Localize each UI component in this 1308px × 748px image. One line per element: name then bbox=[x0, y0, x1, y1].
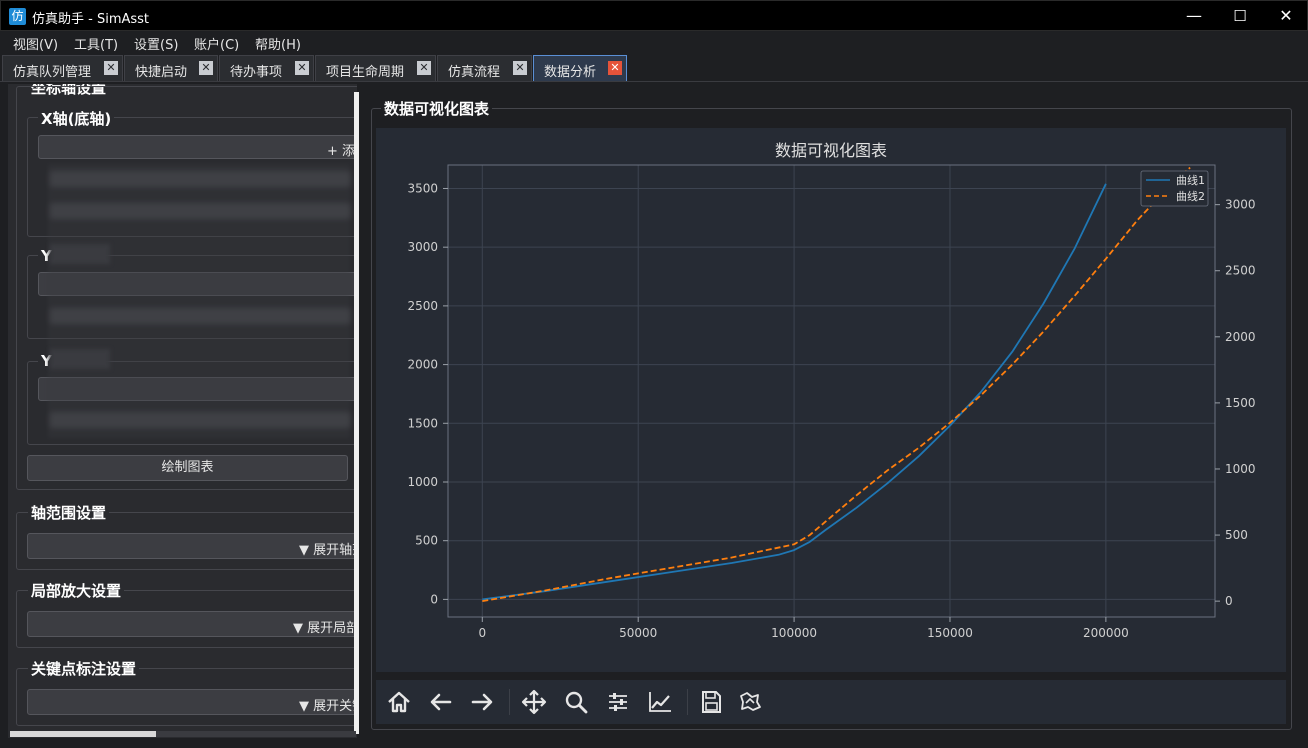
x-ticks: 0 50000 100000 150000 200000 bbox=[478, 617, 1129, 640]
close-window-button[interactable]: ✕ bbox=[1263, 1, 1308, 32]
tab-label: 仿真队列管理 bbox=[13, 65, 92, 80]
tab-close-icon[interactable]: ✕ bbox=[104, 61, 118, 75]
tab-sim-queue[interactable]: 仿真队列管理 ✕ bbox=[2, 55, 123, 81]
menu-help[interactable]: 帮助(H) bbox=[255, 34, 301, 53]
y-left-tick-label: 2000 bbox=[407, 358, 438, 372]
y-right-tick-label: 1000 bbox=[1225, 462, 1256, 476]
legend-label: 曲线1 bbox=[1176, 173, 1205, 187]
plot-frame bbox=[447, 164, 1216, 618]
forward-arrow-icon[interactable] bbox=[467, 688, 497, 716]
pan-icon[interactable] bbox=[519, 688, 549, 716]
y-left-tick-label: 1500 bbox=[407, 416, 438, 430]
y-right-tick-label: 3000 bbox=[1225, 198, 1256, 212]
zoom-toggle[interactable]: ▼ 展开局部放大设置 bbox=[27, 611, 357, 637]
y-left-tick-label: 1000 bbox=[407, 475, 438, 489]
vertical-scrollbar[interactable] bbox=[354, 92, 359, 734]
y-left-tick-label: 2500 bbox=[407, 299, 438, 313]
chart-group-title: 数据可视化图表 bbox=[381, 98, 493, 119]
y-right-tick-label: 500 bbox=[1225, 528, 1248, 542]
tab-label: 待办事项 bbox=[230, 65, 283, 80]
keypoint-toggle[interactable]: ▼ 展开关键点标注设置 bbox=[27, 689, 357, 715]
axis-range-title: 轴范围设置 bbox=[28, 502, 110, 523]
tab-close-icon[interactable]: ✕ bbox=[295, 61, 309, 75]
tab-close-icon[interactable]: ✕ bbox=[513, 61, 527, 75]
y-left-tick-label: 3500 bbox=[407, 181, 438, 195]
menu-bar: 视图(V) 工具(T) 设置(S) 账户(C) 帮助(H) bbox=[0, 31, 1308, 53]
grid bbox=[448, 165, 1215, 617]
tab-todo[interactable]: 待办事项 ✕ bbox=[219, 55, 314, 81]
x-tick-label: 200000 bbox=[1083, 626, 1129, 640]
menu-view[interactable]: 视图(V) bbox=[13, 34, 58, 53]
chart-figure[interactable]: 数据可视化图表 0 50000 100000 150000 200000 0 500 100… bbox=[376, 128, 1286, 672]
toolbar-separator bbox=[509, 689, 510, 715]
y-right-tick-label: 1500 bbox=[1225, 396, 1256, 410]
y-right-tick-label: 2000 bbox=[1225, 330, 1256, 344]
toolbar-separator bbox=[687, 689, 688, 715]
minimize-button[interactable]: — bbox=[1171, 1, 1217, 32]
zoom-title: 局部放大设置 bbox=[28, 580, 125, 601]
tab-data-analysis[interactable]: 数据分析 ✕ bbox=[533, 55, 627, 81]
menu-tools[interactable]: 工具(T) bbox=[74, 34, 118, 53]
chart-toolbar bbox=[376, 680, 1286, 724]
zoom-icon[interactable] bbox=[561, 688, 591, 716]
tab-close-icon[interactable]: ✕ bbox=[199, 61, 213, 75]
legend: 曲线1 曲线2 bbox=[1140, 170, 1209, 207]
blurred-region bbox=[48, 164, 350, 438]
settings-panel: 坐标轴设置 X轴(底轴) + 添加 Y Y 绘制图表 轴范围设置 ▼ 展开轴范围… bbox=[8, 84, 357, 738]
window-title: 仿真助手 - SimAsst bbox=[32, 12, 150, 27]
tab-label: 数据分析 bbox=[544, 65, 597, 80]
home-icon[interactable] bbox=[384, 688, 414, 716]
customize-icon[interactable] bbox=[735, 688, 765, 716]
legend-label: 曲线2 bbox=[1176, 189, 1205, 203]
app-icon: 仿 bbox=[9, 8, 26, 25]
series bbox=[482, 166, 1191, 602]
tab-label: 仿真流程 bbox=[448, 65, 501, 80]
maximize-button[interactable]: ☐ bbox=[1217, 1, 1263, 32]
chart-svg: 数据可视化图表 0 50000 100000 150000 200000 0 500 100… bbox=[407, 141, 1256, 640]
y-right-tick-label: 2500 bbox=[1225, 264, 1256, 278]
tab-label: 快捷启动 bbox=[135, 65, 188, 80]
x-tick-label: 50000 bbox=[619, 626, 657, 640]
horizontal-scrollbar[interactable] bbox=[10, 731, 356, 737]
y-right-tick-label: 0 bbox=[1225, 594, 1233, 608]
x-tick-label: 100000 bbox=[771, 626, 817, 640]
axis-range-toggle[interactable]: ▼ 展开轴范围设置 bbox=[27, 533, 357, 559]
subplots-config-icon[interactable] bbox=[603, 688, 633, 716]
tab-quick-launch[interactable]: 快捷启动 ✕ bbox=[124, 55, 218, 81]
draw-chart-button[interactable]: 绘制图表 bbox=[27, 455, 348, 481]
tab-close-icon[interactable]: ✕ bbox=[608, 61, 622, 75]
tab-lifecycle[interactable]: 项目生命周期 ✕ bbox=[315, 55, 436, 81]
x-tick-label: 0 bbox=[478, 626, 486, 640]
chart-title: 数据可视化图表 bbox=[775, 141, 887, 160]
edit-axis-icon[interactable] bbox=[645, 688, 675, 716]
tab-sim-flow[interactable]: 仿真流程 ✕ bbox=[437, 55, 532, 81]
y-left-tick-label: 3000 bbox=[407, 240, 438, 254]
keypoint-title: 关键点标注设置 bbox=[28, 658, 140, 679]
series-line-2 bbox=[482, 166, 1191, 602]
menu-settings[interactable]: 设置(S) bbox=[134, 34, 178, 53]
tab-label: 项目生命周期 bbox=[326, 65, 405, 80]
y-right-ticks: 0 500 1000 1500 2000 2500 3000 bbox=[1215, 198, 1256, 608]
back-arrow-icon[interactable] bbox=[426, 688, 456, 716]
x-tick-label: 150000 bbox=[927, 626, 973, 640]
menu-account[interactable]: 账户(C) bbox=[194, 34, 239, 53]
scrollbar-thumb[interactable] bbox=[10, 731, 156, 737]
tab-bar: 仿真队列管理 ✕ 快捷启动 ✕ 待办事项 ✕ 项目生命周期 ✕ 仿真流程 ✕ 数… bbox=[0, 53, 1308, 82]
save-icon[interactable] bbox=[696, 688, 726, 716]
y-left-tick-label: 0 bbox=[430, 592, 438, 606]
y-left-ticks: 0 500 1000 1500 2000 2500 3000 3500 bbox=[407, 181, 448, 606]
y-left-tick-label: 500 bbox=[415, 534, 438, 548]
tab-close-icon[interactable]: ✕ bbox=[417, 61, 431, 75]
add-x-series-button[interactable]: + 添加 bbox=[38, 135, 357, 159]
title-bar: 仿 仿真助手 - SimAsst — ☐ ✕ bbox=[0, 0, 1308, 31]
x-axis-group-title: X轴(底轴) bbox=[38, 108, 115, 129]
